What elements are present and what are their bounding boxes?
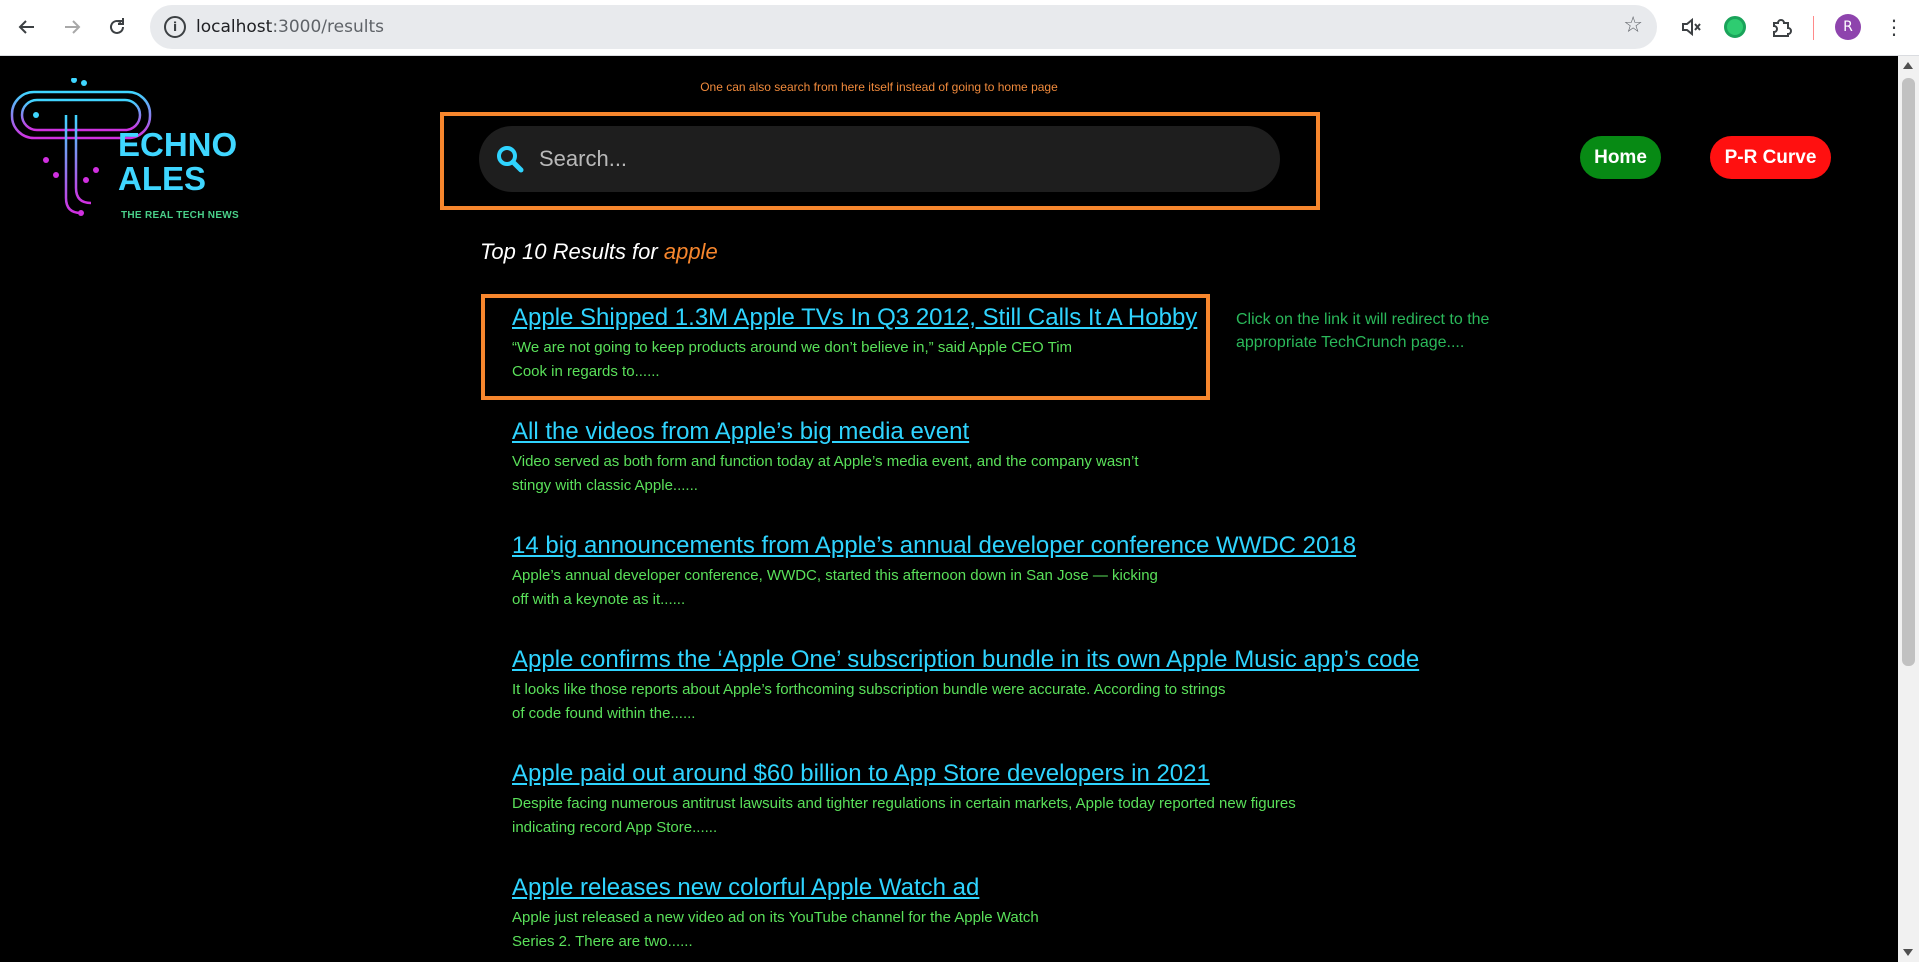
- result-item: Apple paid out around $60 billion to App…: [512, 760, 1452, 840]
- snippet-line: indicating record App Store......: [512, 819, 718, 836]
- extension-sync-icon[interactable]: [1720, 12, 1750, 42]
- search-hint-annotation: One can also search from here itself ins…: [700, 80, 1058, 94]
- result-item: Apple releases new colorful Apple Watch …: [512, 874, 1452, 954]
- snippet-line: “We are not going to keep products aroun…: [512, 339, 1073, 356]
- scroll-up-arrow-icon[interactable]: [1903, 62, 1913, 69]
- snippet-line: It looks like those reports about Apple’…: [512, 681, 1226, 698]
- result-item: Apple confirms the ‘Apple One’ subscript…: [512, 646, 1452, 726]
- snippet-line: stingy with classic Apple......: [512, 477, 698, 494]
- result-title-link[interactable]: Apple confirms the ‘Apple One’ subscript…: [512, 646, 1419, 674]
- scrollbar-thumb[interactable]: [1902, 78, 1915, 666]
- url-path: :3000/results: [272, 17, 384, 37]
- menu-kebab-icon[interactable]: ⋮: [1879, 12, 1909, 42]
- search-bar[interactable]: [479, 126, 1280, 192]
- snippet-line: off with a keynote as it......: [512, 591, 686, 608]
- result-item: 14 big announcements from Apple’s annual…: [512, 532, 1452, 612]
- snippet-line: of code found within the......: [512, 705, 696, 722]
- result-title-link[interactable]: Apple Shipped 1.3M Apple TVs In Q3 2012,…: [512, 304, 1197, 332]
- snippet-line: Apple just released a new video ad on it…: [512, 909, 1039, 926]
- avatar: R: [1835, 14, 1861, 40]
- techno-tales-logo[interactable]: ECHNO ALES THE REAL TECH NEWS: [6, 78, 241, 223]
- result-title-link[interactable]: Apple releases new colorful Apple Watch …: [512, 874, 979, 902]
- snippet-line: Apple’s annual developer conference, WWD…: [512, 567, 1158, 584]
- results-page: ECHNO ALES THE REAL TECH NEWS One can al…: [0, 56, 1898, 962]
- result-snippet: Apple’s annual developer conference, WWD…: [512, 564, 1452, 612]
- result-item: All the videos from Apple’s big media ev…: [512, 418, 1452, 498]
- snippet-line: Series 2. There are two......: [512, 933, 693, 950]
- result-snippet: Despite facing numerous antitrust lawsui…: [512, 792, 1452, 840]
- logo-tagline: THE REAL TECH NEWS: [121, 210, 239, 221]
- address-bar[interactable]: i localhost:3000/results ☆: [150, 5, 1657, 49]
- snippet-line: Despite facing numerous antitrust lawsui…: [512, 795, 1296, 812]
- result-snippet: “We are not going to keep products aroun…: [512, 336, 1452, 384]
- scroll-down-arrow-icon[interactable]: [1903, 949, 1913, 956]
- results-query: apple: [663, 239, 718, 264]
- reload-button[interactable]: [100, 10, 134, 44]
- results-heading: Top 10 Results for apple: [480, 239, 718, 265]
- extensions-puzzle-icon[interactable]: [1766, 12, 1796, 42]
- home-button[interactable]: Home: [1580, 136, 1661, 179]
- pr-curve-button[interactable]: P-R Curve: [1710, 136, 1831, 179]
- profile-avatar[interactable]: R: [1833, 12, 1863, 42]
- snippet-line: Cook in regards to......: [512, 363, 660, 380]
- result-item: Apple Shipped 1.3M Apple TVs In Q3 2012,…: [512, 304, 1452, 384]
- result-snippet: It looks like those reports about Apple’…: [512, 678, 1452, 726]
- logo-line-1: ECHNO: [118, 126, 238, 163]
- browser-toolbar: i localhost:3000/results ☆ R ⋮: [0, 0, 1919, 56]
- toolbar-separator: [1813, 16, 1814, 40]
- arrow-right-icon: [65, 20, 81, 34]
- mute-icon[interactable]: [1676, 12, 1706, 42]
- result-title-link[interactable]: Apple paid out around $60 billion to App…: [512, 760, 1210, 788]
- results-heading-prefix: Top 10 Results for: [480, 239, 664, 264]
- logo-line-2: ALES: [118, 160, 207, 197]
- back-button[interactable]: [10, 10, 44, 44]
- result-title-link[interactable]: All the videos from Apple’s big media ev…: [512, 418, 969, 446]
- arrow-left-icon: [18, 20, 34, 34]
- search-input[interactable]: [539, 126, 1259, 192]
- url-host: localhost: [196, 17, 273, 37]
- forward-button[interactable]: [55, 10, 89, 44]
- page-scrollbar[interactable]: [1898, 56, 1919, 962]
- result-snippet: Apple just released a new video ad on it…: [512, 906, 1452, 954]
- result-title-link[interactable]: 14 big announcements from Apple’s annual…: [512, 532, 1356, 560]
- snippet-line: Video served as both form and function t…: [512, 453, 1139, 470]
- bookmark-star-icon[interactable]: ☆: [1623, 13, 1643, 38]
- reload-icon: [110, 18, 124, 34]
- search-icon: [497, 146, 524, 173]
- result-snippet: Video served as both form and function t…: [512, 450, 1452, 498]
- site-info-icon[interactable]: i: [164, 16, 186, 38]
- url-text[interactable]: localhost:3000/results: [196, 5, 384, 49]
